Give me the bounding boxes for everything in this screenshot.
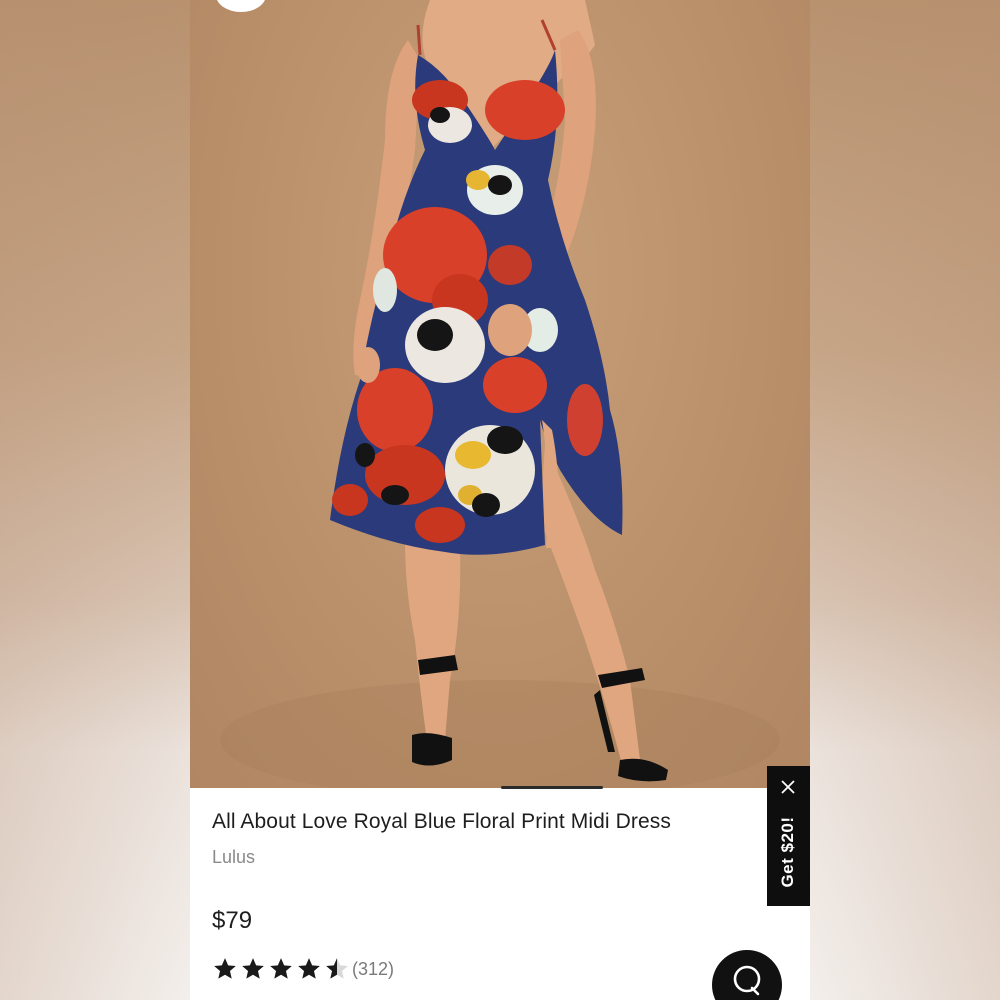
- review-count[interactable]: (312): [352, 959, 394, 980]
- product-screen: All About Love Royal Blue Floral Print M…: [190, 0, 810, 1000]
- chat-bubble-icon: [733, 965, 761, 996]
- star-icon: [242, 958, 264, 979]
- half-star-icon: [326, 958, 348, 979]
- product-price: $79: [212, 907, 253, 934]
- promo-label[interactable]: Get $20!: [778, 816, 798, 887]
- star-icon: [298, 958, 320, 979]
- close-icon[interactable]: [779, 778, 797, 796]
- star-rating: [212, 956, 350, 982]
- star-icon: [270, 958, 292, 979]
- product-title: All About Love Royal Blue Floral Print M…: [212, 810, 671, 833]
- product-rating[interactable]: (312): [212, 956, 394, 982]
- product-brand[interactable]: Lulus: [212, 847, 255, 868]
- product-image[interactable]: [190, 0, 810, 788]
- promo-tab[interactable]: Get $20!: [767, 766, 810, 906]
- star-icon: [214, 958, 236, 979]
- dress-photo-illustration: [220, 0, 780, 788]
